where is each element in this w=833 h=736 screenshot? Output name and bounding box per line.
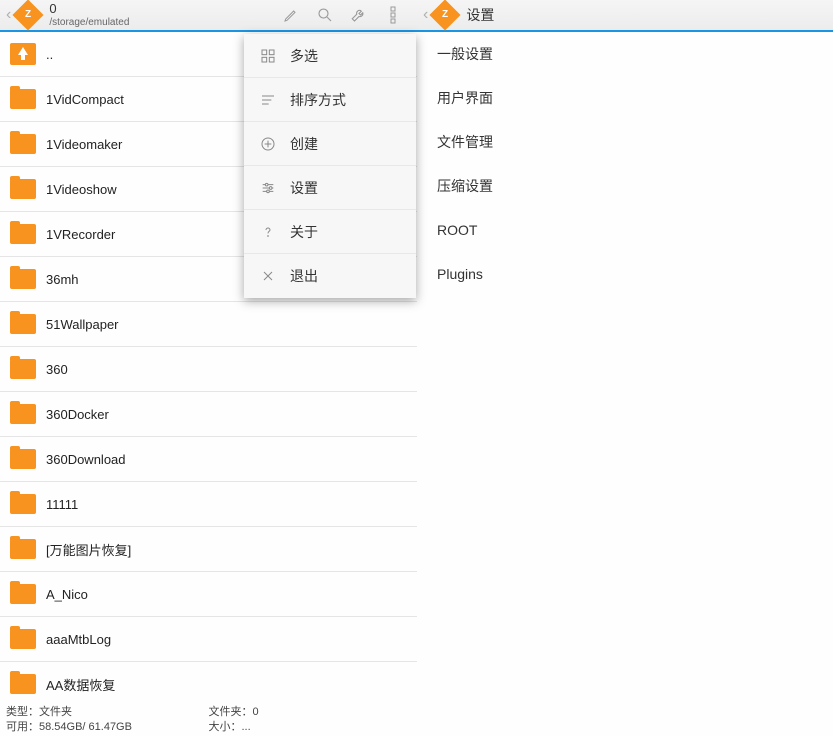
status-folder-label: 文件夹： xyxy=(209,706,253,718)
app-icon[interactable]: Z xyxy=(13,0,44,31)
folder-icon xyxy=(10,179,36,199)
folder-icon xyxy=(10,89,36,109)
list-item[interactable]: [万能图片恢复] xyxy=(0,527,417,572)
status-type-label: 类型： xyxy=(6,706,39,718)
settings-icon xyxy=(256,176,280,200)
settings-item[interactable]: 文件管理 xyxy=(417,120,833,164)
dropdown-label: 关于 xyxy=(290,222,318,242)
wrench-icon[interactable] xyxy=(345,1,373,29)
title-main: 0 xyxy=(49,2,277,16)
list-item[interactable]: AA数据恢复 xyxy=(0,662,417,703)
status-size-value: ... xyxy=(242,721,251,733)
item-label: AA数据恢复 xyxy=(46,675,417,694)
app-icon[interactable]: Z xyxy=(430,0,461,31)
settings-item[interactable]: 一般设置 xyxy=(417,32,833,76)
status-free-label: 可用： xyxy=(6,721,39,733)
up-arrow-icon xyxy=(10,43,36,65)
item-label: 51Wallpaper xyxy=(46,317,417,332)
item-label: 360 xyxy=(46,362,417,377)
status-free-value: 58.54GB/ 61.47GB xyxy=(39,721,132,733)
list-item[interactable]: 11111 xyxy=(0,482,417,527)
sort-icon xyxy=(256,88,280,112)
folder-icon xyxy=(10,134,36,154)
edit-icon[interactable] xyxy=(277,1,305,29)
right-pane: ‹ Z 设置 一般设置用户界面文件管理压缩设置ROOTPlugins xyxy=(417,0,833,736)
exit-icon xyxy=(256,264,280,288)
list-item[interactable]: 51Wallpaper xyxy=(0,302,417,347)
dropdown-item-settings[interactable]: 设置 xyxy=(244,166,416,210)
folder-icon xyxy=(10,494,36,514)
settings-item[interactable]: 用户界面 xyxy=(417,76,833,120)
status-bar: 类型：文件夹 可用：58.54GB/ 61.47GB 文件夹：0 大小：... xyxy=(0,703,417,736)
settings-item[interactable]: 压缩设置 xyxy=(417,164,833,208)
status-folder-value: 0 xyxy=(253,706,259,718)
settings-list: 一般设置用户界面文件管理压缩设置ROOTPlugins xyxy=(417,32,833,736)
settings-title: 设置 xyxy=(466,5,494,25)
dropdown-label: 设置 xyxy=(290,178,318,198)
menu-dots-icon[interactable] xyxy=(379,1,407,29)
dropdown-item-sort[interactable]: 排序方式 xyxy=(244,78,416,122)
folder-icon xyxy=(10,224,36,244)
list-item[interactable]: 360Download xyxy=(0,437,417,482)
status-size-label: 大小： xyxy=(209,721,242,733)
folder-icon xyxy=(10,314,36,334)
status-type-value: 文件夹 xyxy=(39,706,72,718)
dropdown-label: 退出 xyxy=(290,266,318,286)
settings-item[interactable]: ROOT xyxy=(417,208,833,252)
folder-icon xyxy=(10,269,36,289)
search-icon[interactable] xyxy=(311,1,339,29)
create-icon xyxy=(256,132,280,156)
item-label: 11111 xyxy=(46,497,417,512)
folder-icon xyxy=(10,359,36,379)
list-item[interactable]: aaaMtbLog xyxy=(0,617,417,662)
item-label: aaaMtbLog xyxy=(46,632,417,647)
item-label: A_Nico xyxy=(46,587,417,602)
folder-icon xyxy=(10,584,36,604)
left-header: ‹ Z 0 /storage/emulated xyxy=(0,0,417,32)
dropdown-item-exit[interactable]: 退出 xyxy=(244,254,416,298)
dropdown-label: 创建 xyxy=(290,134,318,154)
title-sub: /storage/emulated xyxy=(49,17,277,28)
list-item[interactable]: 360Docker xyxy=(0,392,417,437)
dropdown-item-grid[interactable]: 多选 xyxy=(244,34,416,78)
dropdown-label: 排序方式 xyxy=(290,90,346,110)
dropdown-item-create[interactable]: 创建 xyxy=(244,122,416,166)
folder-icon xyxy=(10,629,36,649)
item-label: 360Download xyxy=(46,452,417,467)
item-label: 360Docker xyxy=(46,407,417,422)
about-icon xyxy=(256,220,280,244)
item-label: [万能图片恢复] xyxy=(46,540,417,559)
folder-icon xyxy=(10,539,36,559)
folder-icon xyxy=(10,404,36,424)
list-item[interactable]: A_Nico xyxy=(0,572,417,617)
settings-item[interactable]: Plugins xyxy=(417,252,833,296)
path-title[interactable]: 0 /storage/emulated xyxy=(49,2,277,27)
right-header: ‹ Z 设置 xyxy=(417,0,833,32)
folder-icon xyxy=(10,674,36,694)
grid-icon xyxy=(256,44,280,68)
dropdown-item-about[interactable]: 关于 xyxy=(244,210,416,254)
dropdown-label: 多选 xyxy=(290,46,318,66)
options-dropdown: 多选排序方式创建设置关于退出 xyxy=(244,34,416,298)
list-item[interactable]: 360 xyxy=(0,347,417,392)
folder-icon xyxy=(10,449,36,469)
toolbar xyxy=(277,1,413,29)
